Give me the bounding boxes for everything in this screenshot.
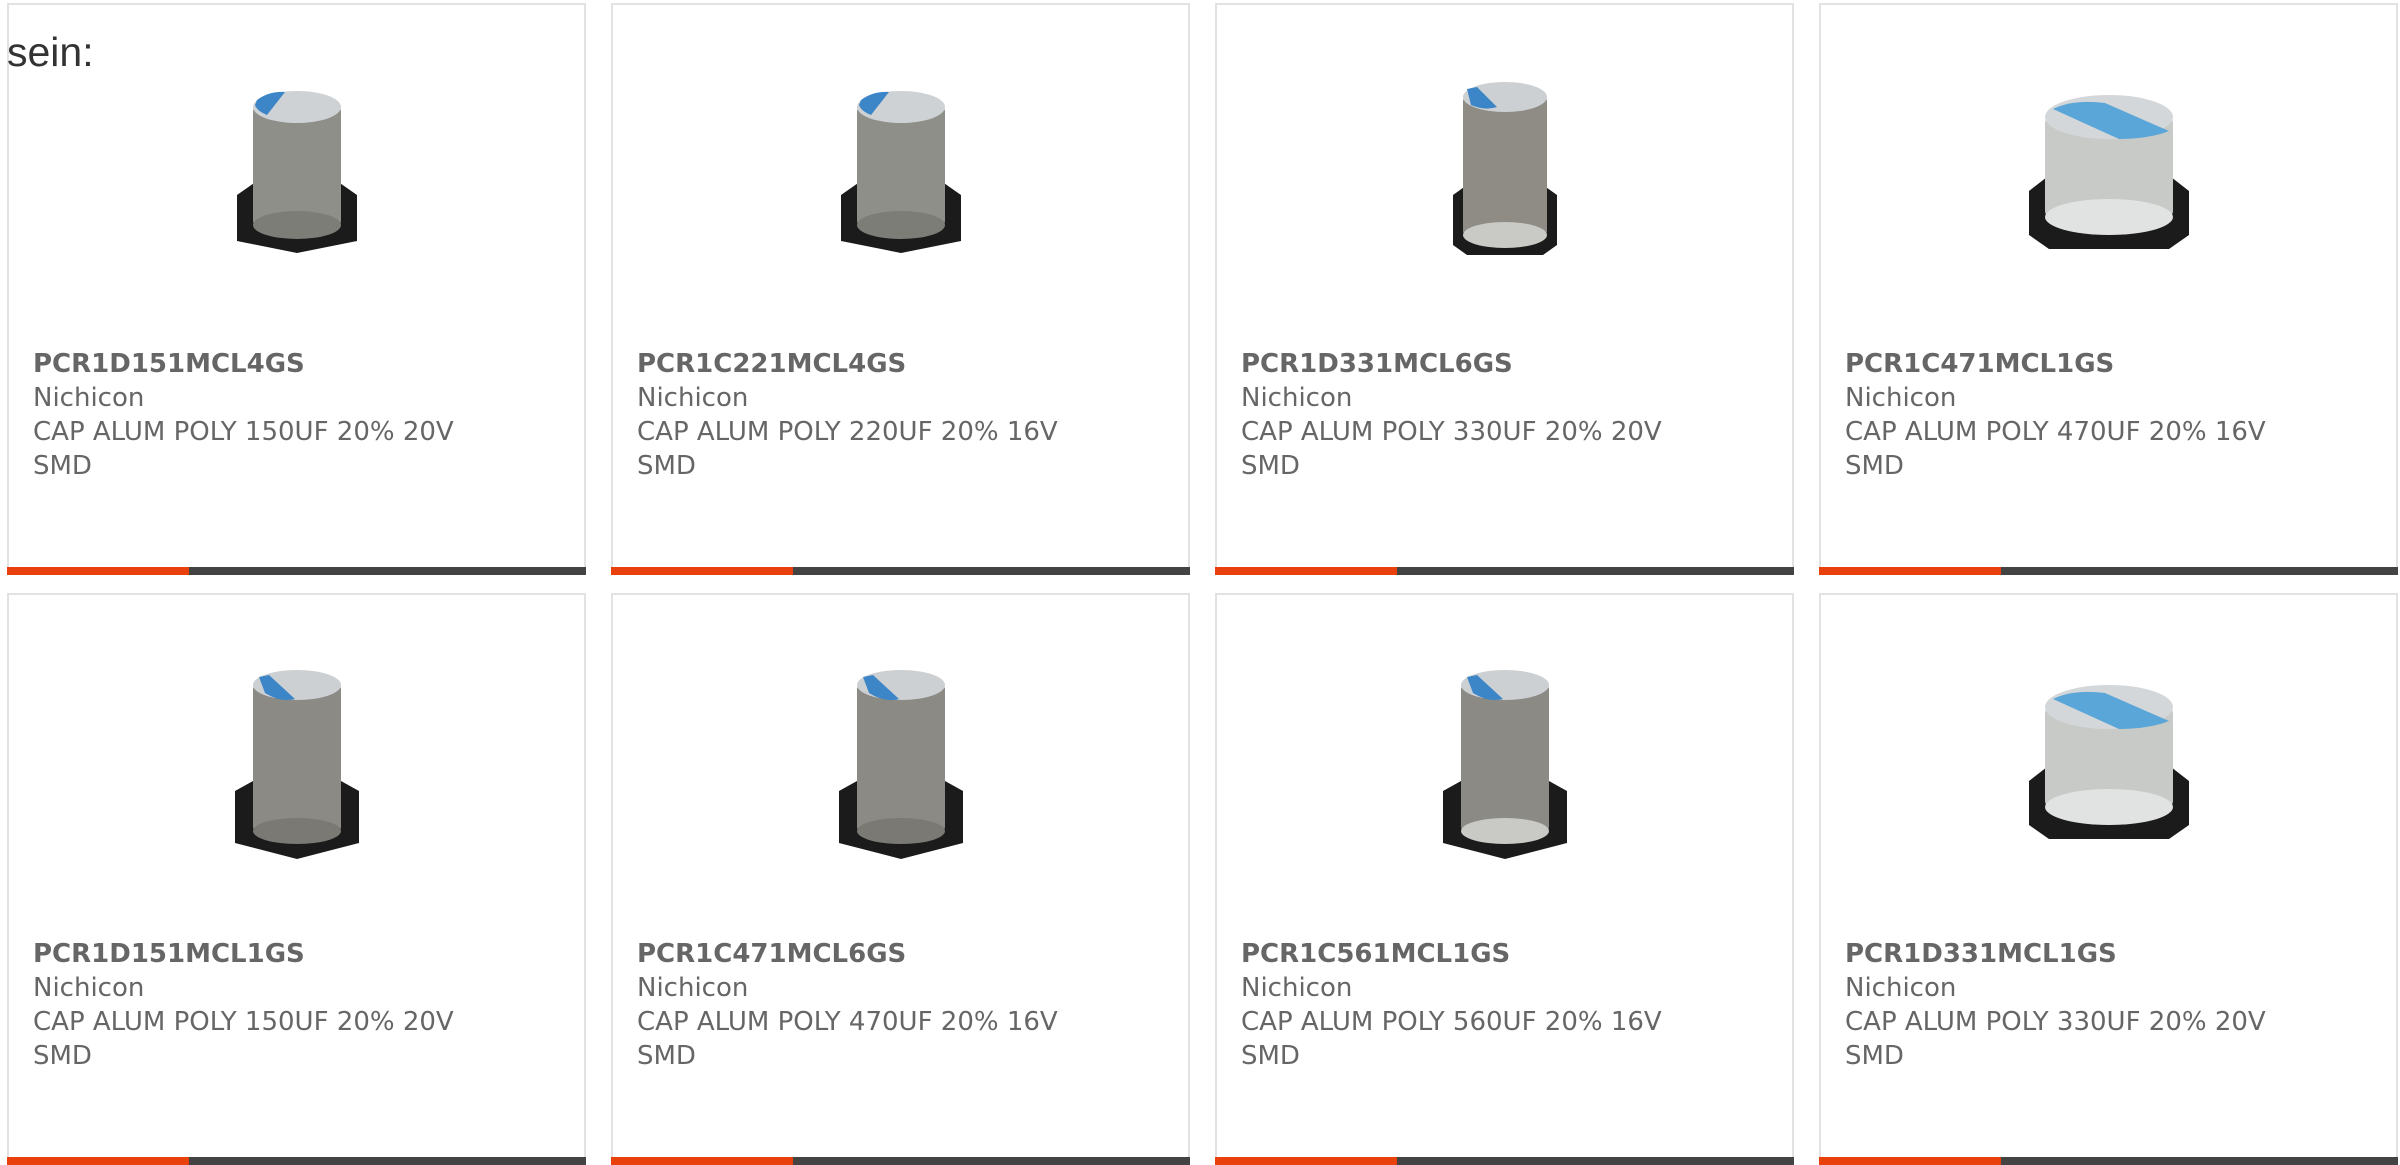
description: CAP ALUM POLY 560UF 20% 16V	[1241, 1007, 1662, 1037]
product-card[interactable]: PCR1D151MCL1GS Nichicon CAP ALUM POLY 15…	[7, 593, 586, 1165]
card-footer-bar	[1819, 567, 2398, 575]
part-number-link[interactable]: PCR1C471MCL1GS	[1845, 347, 2376, 381]
part-number-link[interactable]: PCR1C561MCL1GS	[1241, 937, 1772, 971]
capacitor-can-image	[236, 91, 357, 253]
part-number-link[interactable]: PCR1D151MCL1GS	[33, 937, 564, 971]
product-info: PCR1C471MCL1GS Nichicon CAP ALUM POLY 47…	[1845, 347, 2376, 483]
product-info: PCR1D331MCL1GS Nichicon CAP ALUM POLY 33…	[1845, 937, 2376, 1073]
mount-type: SMD	[33, 1041, 92, 1071]
description: CAP ALUM POLY 220UF 20% 16V	[637, 417, 1058, 447]
manufacturer: Nichicon	[33, 973, 145, 1003]
card-accent-bar	[1819, 567, 2002, 575]
mount-type: SMD	[637, 451, 696, 481]
mount-type: SMD	[1845, 1041, 1904, 1071]
manufacturer: Nichicon	[1845, 383, 1957, 413]
card-footer-bar	[1215, 567, 1794, 575]
card-footer-bar	[7, 1157, 586, 1165]
manufacturer: Nichicon	[1845, 973, 1957, 1003]
capacitor-can-image	[838, 670, 963, 859]
intro-text: sein:	[7, 29, 94, 75]
product-card[interactable]: PCR1C471MCL1GS Nichicon CAP ALUM POLY 47…	[1819, 3, 2398, 575]
part-number-link[interactable]: PCR1C471MCL6GS	[637, 937, 1168, 971]
capacitor-can-image	[2028, 685, 2189, 839]
card-accent-bar	[7, 567, 190, 575]
product-info: PCR1C561MCL1GS Nichicon CAP ALUM POLY 56…	[1241, 937, 1772, 1073]
description: CAP ALUM POLY 470UF 20% 16V	[1845, 417, 2266, 447]
part-number-link[interactable]: PCR1C221MCL4GS	[637, 347, 1168, 381]
product-card[interactable]: PCR1C561MCL1GS Nichicon CAP ALUM POLY 56…	[1215, 593, 1794, 1165]
capacitor-can-image	[1452, 82, 1557, 255]
capacitor-can-image	[2028, 95, 2189, 249]
manufacturer: Nichicon	[637, 383, 749, 413]
product-grid: PCR1D151MCL4GS Nichicon CAP ALUM POLY 15…	[7, 3, 2400, 1165]
description: CAP ALUM POLY 150UF 20% 20V	[33, 1007, 454, 1037]
capacitor-can-image	[1442, 670, 1567, 859]
capacitor-can-image	[234, 670, 359, 859]
mount-type: SMD	[33, 451, 92, 481]
product-info: PCR1D151MCL1GS Nichicon CAP ALUM POLY 15…	[33, 937, 564, 1073]
mount-type: SMD	[1241, 451, 1300, 481]
mount-type: SMD	[1845, 451, 1904, 481]
product-card[interactable]: PCR1D151MCL4GS Nichicon CAP ALUM POLY 15…	[7, 3, 586, 575]
mount-type: SMD	[637, 1041, 696, 1071]
description: CAP ALUM POLY 150UF 20% 20V	[33, 417, 454, 447]
manufacturer: Nichicon	[637, 973, 749, 1003]
card-accent-bar	[1819, 1157, 2002, 1165]
card-footer-bar	[7, 567, 586, 575]
product-card[interactable]: PCR1D331MCL1GS Nichicon CAP ALUM POLY 33…	[1819, 593, 2398, 1165]
card-accent-bar	[611, 567, 794, 575]
card-footer-bar	[1819, 1157, 2398, 1165]
product-card[interactable]: PCR1C221MCL4GS Nichicon CAP ALUM POLY 22…	[611, 3, 1190, 575]
card-accent-bar	[611, 1157, 794, 1165]
manufacturer: Nichicon	[1241, 973, 1353, 1003]
description: CAP ALUM POLY 330UF 20% 20V	[1845, 1007, 2266, 1037]
capacitor-can-image	[840, 91, 961, 253]
part-number-link[interactable]: PCR1D331MCL1GS	[1845, 937, 2376, 971]
description: CAP ALUM POLY 470UF 20% 16V	[637, 1007, 1058, 1037]
product-info: PCR1C471MCL6GS Nichicon CAP ALUM POLY 47…	[637, 937, 1168, 1073]
product-info: PCR1D331MCL6GS Nichicon CAP ALUM POLY 33…	[1241, 347, 1772, 483]
part-number-link[interactable]: PCR1D331MCL6GS	[1241, 347, 1772, 381]
description: CAP ALUM POLY 330UF 20% 20V	[1241, 417, 1662, 447]
manufacturer: Nichicon	[33, 383, 145, 413]
part-number-link[interactable]: PCR1D151MCL4GS	[33, 347, 564, 381]
manufacturer: Nichicon	[1241, 383, 1353, 413]
product-card[interactable]: PCR1D331MCL6GS Nichicon CAP ALUM POLY 33…	[1215, 3, 1794, 575]
card-accent-bar	[1215, 1157, 1398, 1165]
mount-type: SMD	[1241, 1041, 1300, 1071]
card-footer-bar	[611, 567, 1190, 575]
card-footer-bar	[611, 1157, 1190, 1165]
card-accent-bar	[7, 1157, 190, 1165]
product-info: PCR1D151MCL4GS Nichicon CAP ALUM POLY 15…	[33, 347, 564, 483]
card-footer-bar	[1215, 1157, 1794, 1165]
product-card[interactable]: PCR1C471MCL6GS Nichicon CAP ALUM POLY 47…	[611, 593, 1190, 1165]
card-accent-bar	[1215, 567, 1398, 575]
product-info: PCR1C221MCL4GS Nichicon CAP ALUM POLY 22…	[637, 347, 1168, 483]
